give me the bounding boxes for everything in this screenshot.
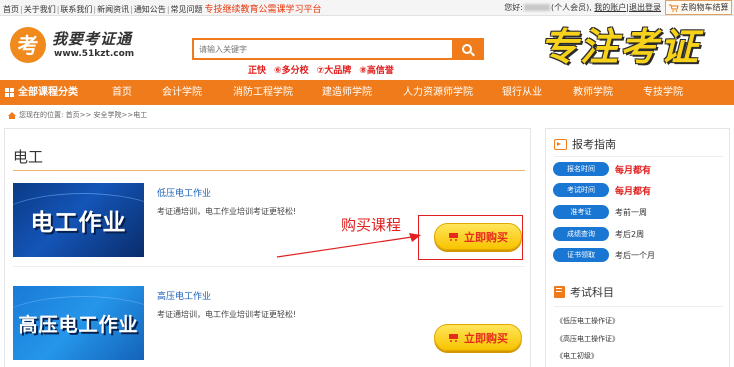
nav-item-professional[interactable]: 专技学院 [643,80,683,105]
course-description: 考证通培训，电工作业培训考证更轻松! [157,310,297,319]
top-link-home[interactable]: 首页 [3,5,19,14]
subjects-header: 考试科目 [554,284,614,300]
greeting: 您好: [504,3,523,12]
top-link-faq[interactable]: 常见问题 [171,5,203,14]
guide-row: 成绩查询 考后2周 [553,227,644,241]
breadcrumb-text: 您现在的位置: 首页>> 安全学院>>电工 [19,111,148,119]
nav-item-constructor[interactable]: 建造师学院 [322,80,372,105]
slogan-banner: 专注考证 [540,24,701,69]
grid-icon [5,88,14,97]
guide-value: 每月都有 [615,165,652,176]
username-redacted [523,4,550,11]
nav-all-courses[interactable]: 全部课程分类 [5,80,78,105]
annotation-arrow [276,233,421,258]
top-link-contact[interactable]: 联系我们 [60,5,92,14]
guide-row: 报名时间 每月都有 [553,162,651,176]
guide-value: 每月都有 [615,186,652,197]
buy-now-button[interactable]: 立即购买 [434,324,522,351]
feature-tag: 正快 [248,66,267,76]
search-box [192,38,484,60]
top-link-news[interactable]: 新闻资讯 [97,5,129,14]
guide-header: 报考指南 [554,136,616,152]
title-divider [13,170,525,171]
guide-row: 证书领取 考后一个月 [553,248,655,262]
nav-item-fire-engineering[interactable]: 消防工程学院 [233,80,293,105]
divider: | [166,5,170,14]
annotation-highlight-box [418,215,523,260]
top-bar: 首页|关于我们|联系我们|新闻资讯|通知公告|常见问题 专技继续教育公需课学习平台… [0,0,734,16]
divider: | [130,5,133,14]
divider [554,306,723,307]
search-input[interactable] [194,40,452,58]
search-icon [462,44,472,54]
guide-title: 报考指南 [572,138,616,151]
guide-row: 考试时间 每月都有 [553,183,651,197]
course-description: 考证通培训，电工作业培训考证更轻松! [157,207,297,216]
subject-link[interactable]: 《高压电工操作证》 [556,334,619,344]
nav-item-banking[interactable]: 银行从业 [502,80,542,105]
guide-value: 考后2周 [615,229,645,239]
guide-label-pill: 报名时间 [553,162,609,176]
divider [554,156,723,157]
course-thumbnail[interactable]: 高压电工作业 [13,286,144,360]
logo-name: 我要考证通 [52,30,133,48]
breadcrumb: 您现在的位置: 首页>> 安全学院>>电工 [8,110,147,120]
guide-label-pill: 成绩查询 [553,227,609,241]
course-item: 高压电工作业 高压电工作业 考证通培训，电工作业培训考证更轻松! 立即购买 [13,286,525,367]
subject-link[interactable]: 《低压电工操作证》 [556,316,619,326]
play-icon [554,138,567,150]
home-icon [8,111,16,119]
subjects-title: 考试科目 [570,286,614,299]
cart-checkout-button[interactable]: 去购物车结算 [665,0,732,15]
course-thumbnail[interactable]: 电工作业 [13,183,144,257]
subject-link[interactable]: 《电工初级》 [556,351,598,361]
main-nav: 全部课程分类 首页 会计学院 消防工程学院 建造师学院 人力资源师学院 银行从业… [0,80,734,105]
site-logo[interactable]: 考 我要考证通 www.51kzt.com [10,24,135,68]
nav-item-accounting[interactable]: 会计学院 [162,80,202,105]
guide-value: 考前一周 [615,207,647,217]
cart-icon [448,333,460,343]
top-link-notices[interactable]: 通知公告 [134,5,166,14]
user-box: 您好: (个人会员), 我的账户|退出登录 [504,2,661,13]
guide-row: 准考证 考前一周 [553,205,647,219]
cart-icon [668,4,679,12]
top-link-about[interactable]: 关于我们 [24,5,56,14]
logout-link[interactable]: 退出登录 [629,3,661,12]
search-button[interactable] [452,40,482,58]
thumbnail-text: 电工作业 [30,210,127,236]
nav-item-home[interactable]: 首页 [112,80,132,105]
course-title-link[interactable]: 高压电工作业 [157,289,211,302]
divider: | [20,5,23,14]
feature-tag: ⑦大品牌 [316,66,352,76]
logo-url: www.51kzt.com [54,49,135,59]
guide-value: 考后一个月 [615,250,655,260]
thumbnail-text: 高压电工作业 [18,313,139,336]
promo-link[interactable]: 专技继续教育公需课学习平台 [205,5,322,15]
page-title: 电工 [13,148,44,166]
my-account-link[interactable]: 我的账户 [594,3,626,12]
nav-item-teacher[interactable]: 教师学院 [573,80,613,105]
member-type: (个人会员), [550,3,592,12]
divider: | [56,5,60,14]
divider: | [93,5,97,14]
book-icon [554,286,565,298]
sidebar: 报考指南 报名时间 每月都有 考试时间 每月都有 准考证 考前一周 成绩查询 考… [545,128,730,367]
top-links: 首页|关于我们|联系我们|新闻资讯|通知公告|常见问题 专技继续教育公需课学习平台 [3,2,322,15]
guide-label-pill: 准考证 [553,205,609,219]
feature-tags: 正快 ⑥多分校 ⑦大品牌 ⑧高信誉 [248,63,402,76]
logo-badge: 考 [10,27,46,63]
feature-tag: ⑥多分校 [274,66,309,76]
nav-all-courses-label: 全部课程分类 [18,87,78,98]
cart-label: 去购物车结算 [680,3,729,12]
nav-item-hr[interactable]: 人力资源师学院 [403,80,473,105]
guide-label-pill: 证书领取 [553,248,609,262]
course-title-link[interactable]: 低压电工作业 [157,186,211,199]
guide-label-pill: 考试时间 [553,183,609,197]
buy-now-label: 立即购买 [464,331,508,345]
feature-tag: ⑧高信誉 [359,66,394,76]
